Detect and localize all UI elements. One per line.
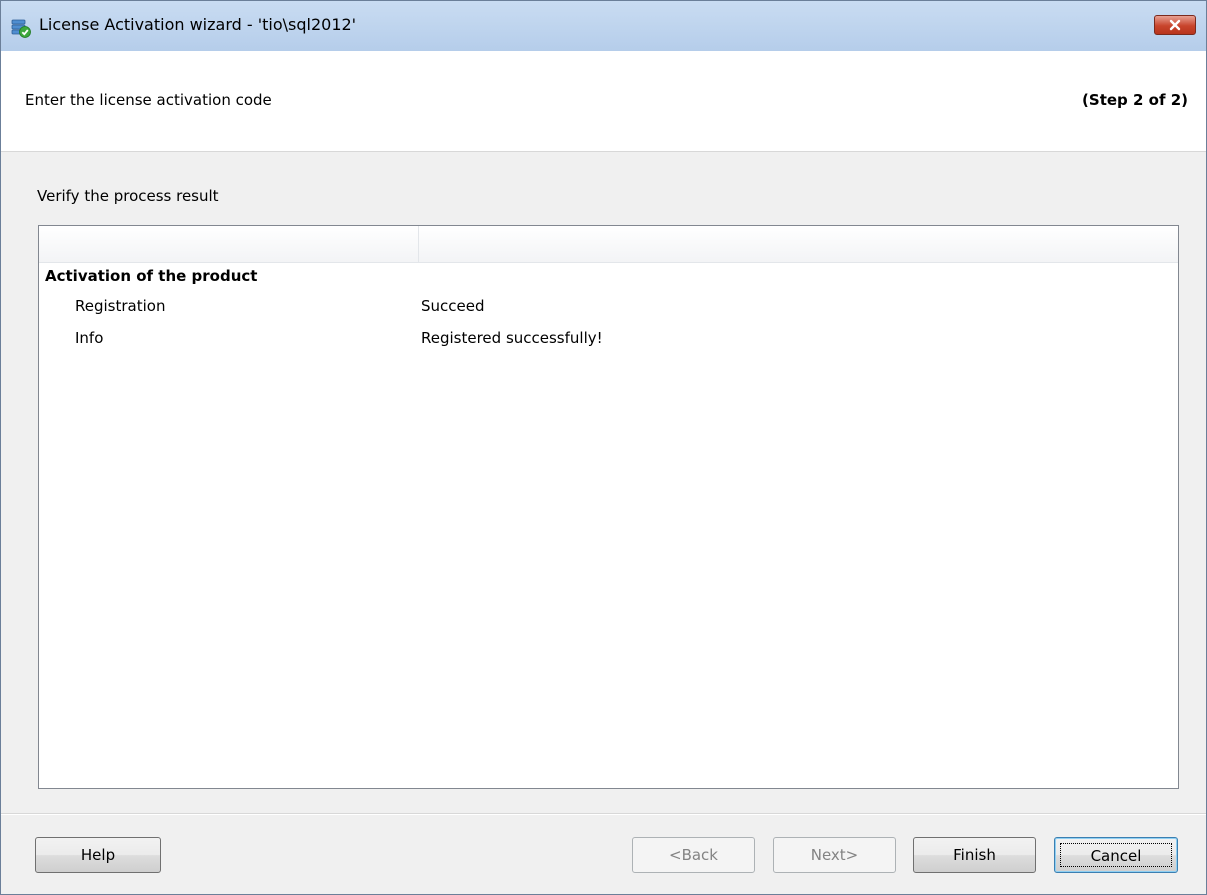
step-indicator: (Step 2 of 2): [1082, 91, 1188, 109]
results-list[interactable]: Activation of the product Registration S…: [38, 225, 1179, 789]
cancel-button-label: Cancel: [1060, 843, 1172, 867]
header-title: Enter the license activation code: [25, 91, 272, 109]
results-column-header[interactable]: [39, 226, 1178, 263]
database-check-icon: [11, 18, 31, 38]
row-value: Registered successfully!: [421, 329, 603, 347]
title-bar[interactable]: License Activation wizard - 'tio\sql2012…: [1, 1, 1206, 51]
next-button[interactable]: Next>: [773, 837, 896, 873]
row-value: Succeed: [421, 297, 485, 315]
close-icon: [1169, 19, 1181, 31]
footer-divider: [1, 813, 1206, 815]
back-button[interactable]: <Back: [632, 837, 755, 873]
row-name: Registration: [75, 297, 166, 315]
license-activation-window: License Activation wizard - 'tio\sql2012…: [0, 0, 1207, 895]
wizard-header: Enter the license activation code (Step …: [1, 51, 1206, 152]
section-label: Verify the process result: [37, 187, 219, 205]
cancel-button[interactable]: Cancel: [1054, 837, 1178, 873]
group-row-activation[interactable]: Activation of the product: [45, 267, 257, 285]
result-row-registration[interactable]: Registration Succeed: [39, 297, 1178, 321]
column-divider[interactable]: [418, 226, 419, 262]
row-name: Info: [75, 329, 104, 347]
finish-button[interactable]: Finish: [913, 837, 1036, 873]
help-button[interactable]: Help: [35, 837, 161, 873]
result-row-info[interactable]: Info Registered successfully!: [39, 329, 1178, 353]
close-button[interactable]: [1154, 15, 1196, 35]
window-title: License Activation wizard - 'tio\sql2012…: [39, 15, 357, 34]
